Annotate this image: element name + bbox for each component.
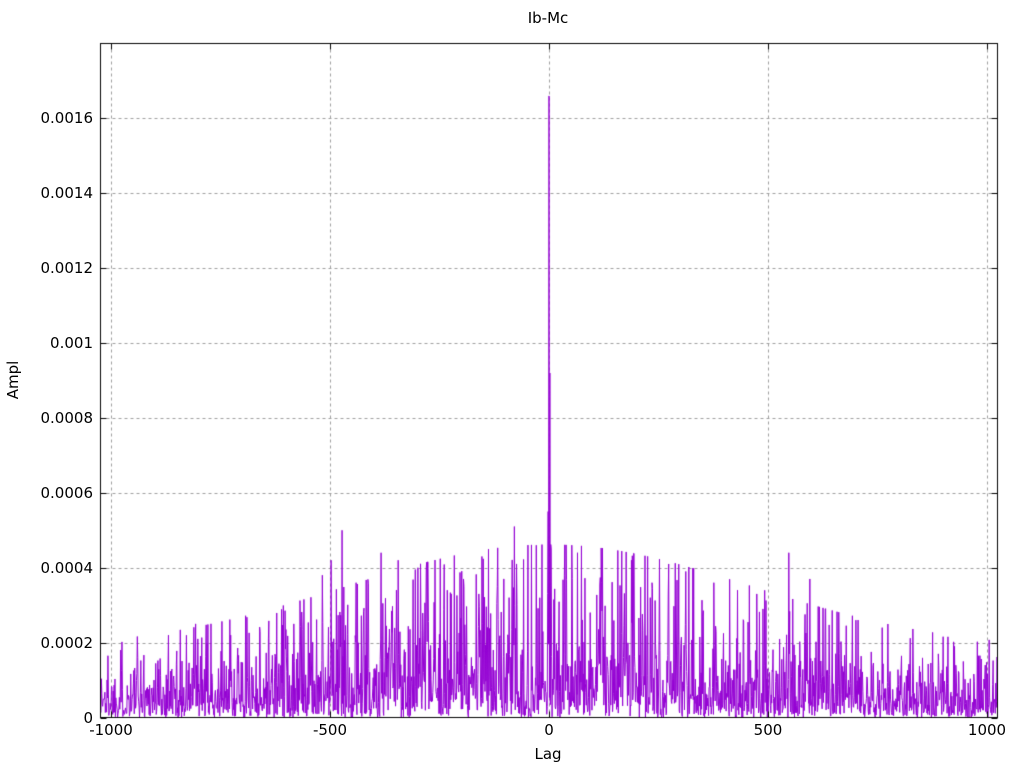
y-tick-label: 0.0002 xyxy=(40,634,94,652)
y-tick-label: 0.0006 xyxy=(40,484,94,502)
x-tick-label: 500 xyxy=(753,721,783,739)
x-tick-label: -1000 xyxy=(89,721,133,739)
y-tick-label: 0.0012 xyxy=(40,259,94,277)
chart: Ib-Mc Ampl Lag 0 0.0002 0.0004 0.0006 0.0008… xyxy=(0,0,1024,768)
y-tick-label: 0 xyxy=(83,709,93,727)
y-tick-label: 0.0014 xyxy=(40,184,94,202)
x-tick-label: -500 xyxy=(312,721,348,739)
x-tick-label: 1000 xyxy=(967,721,1007,739)
plot-canvas xyxy=(0,0,1024,768)
y-tick-label: 0.0016 xyxy=(40,109,94,127)
chart-title: Ib-Mc xyxy=(527,9,569,27)
y-tick-label: 0.0008 xyxy=(40,409,94,427)
y-tick-label: 0.0004 xyxy=(40,559,94,577)
y-axis-label: Ampl xyxy=(4,360,22,400)
x-axis-label: Lag xyxy=(534,745,562,763)
x-tick-label: 0 xyxy=(544,721,554,739)
y-tick-label: 0.001 xyxy=(50,334,93,352)
